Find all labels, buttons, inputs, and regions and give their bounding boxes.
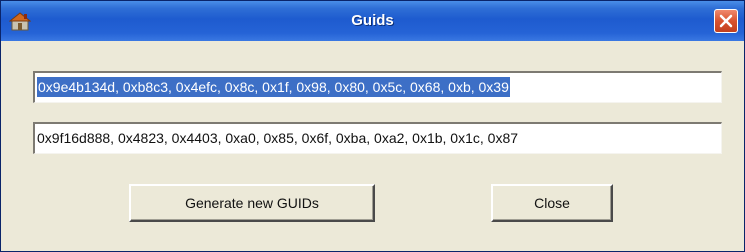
close-button[interactable]: Close [491, 184, 613, 222]
guid-field-1[interactable]: 0x9e4b134d, 0xb8c3, 0x4efc, 0x8c, 0x1f, … [33, 71, 722, 103]
guid-field-2-text: 0x9f16d888, 0x4823, 0x4403, 0xa0, 0x85, … [37, 130, 519, 146]
window-title: Guids [351, 12, 394, 29]
close-icon [719, 14, 733, 28]
guid-field-2[interactable]: 0x9f16d888, 0x4823, 0x4403, 0xa0, 0x85, … [33, 122, 722, 154]
guids-dialog: Guids 0x9e4b134d, 0xb8c3, 0x4efc, 0x8c, … [0, 0, 745, 252]
close-window-button[interactable] [714, 9, 738, 33]
title-bar[interactable]: Guids [1, 1, 744, 41]
generate-guids-button[interactable]: Generate new GUIDs [129, 184, 375, 222]
guid-field-1-text: 0x9e4b134d, 0xb8c3, 0x4efc, 0x8c, 0x1f, … [37, 77, 510, 97]
